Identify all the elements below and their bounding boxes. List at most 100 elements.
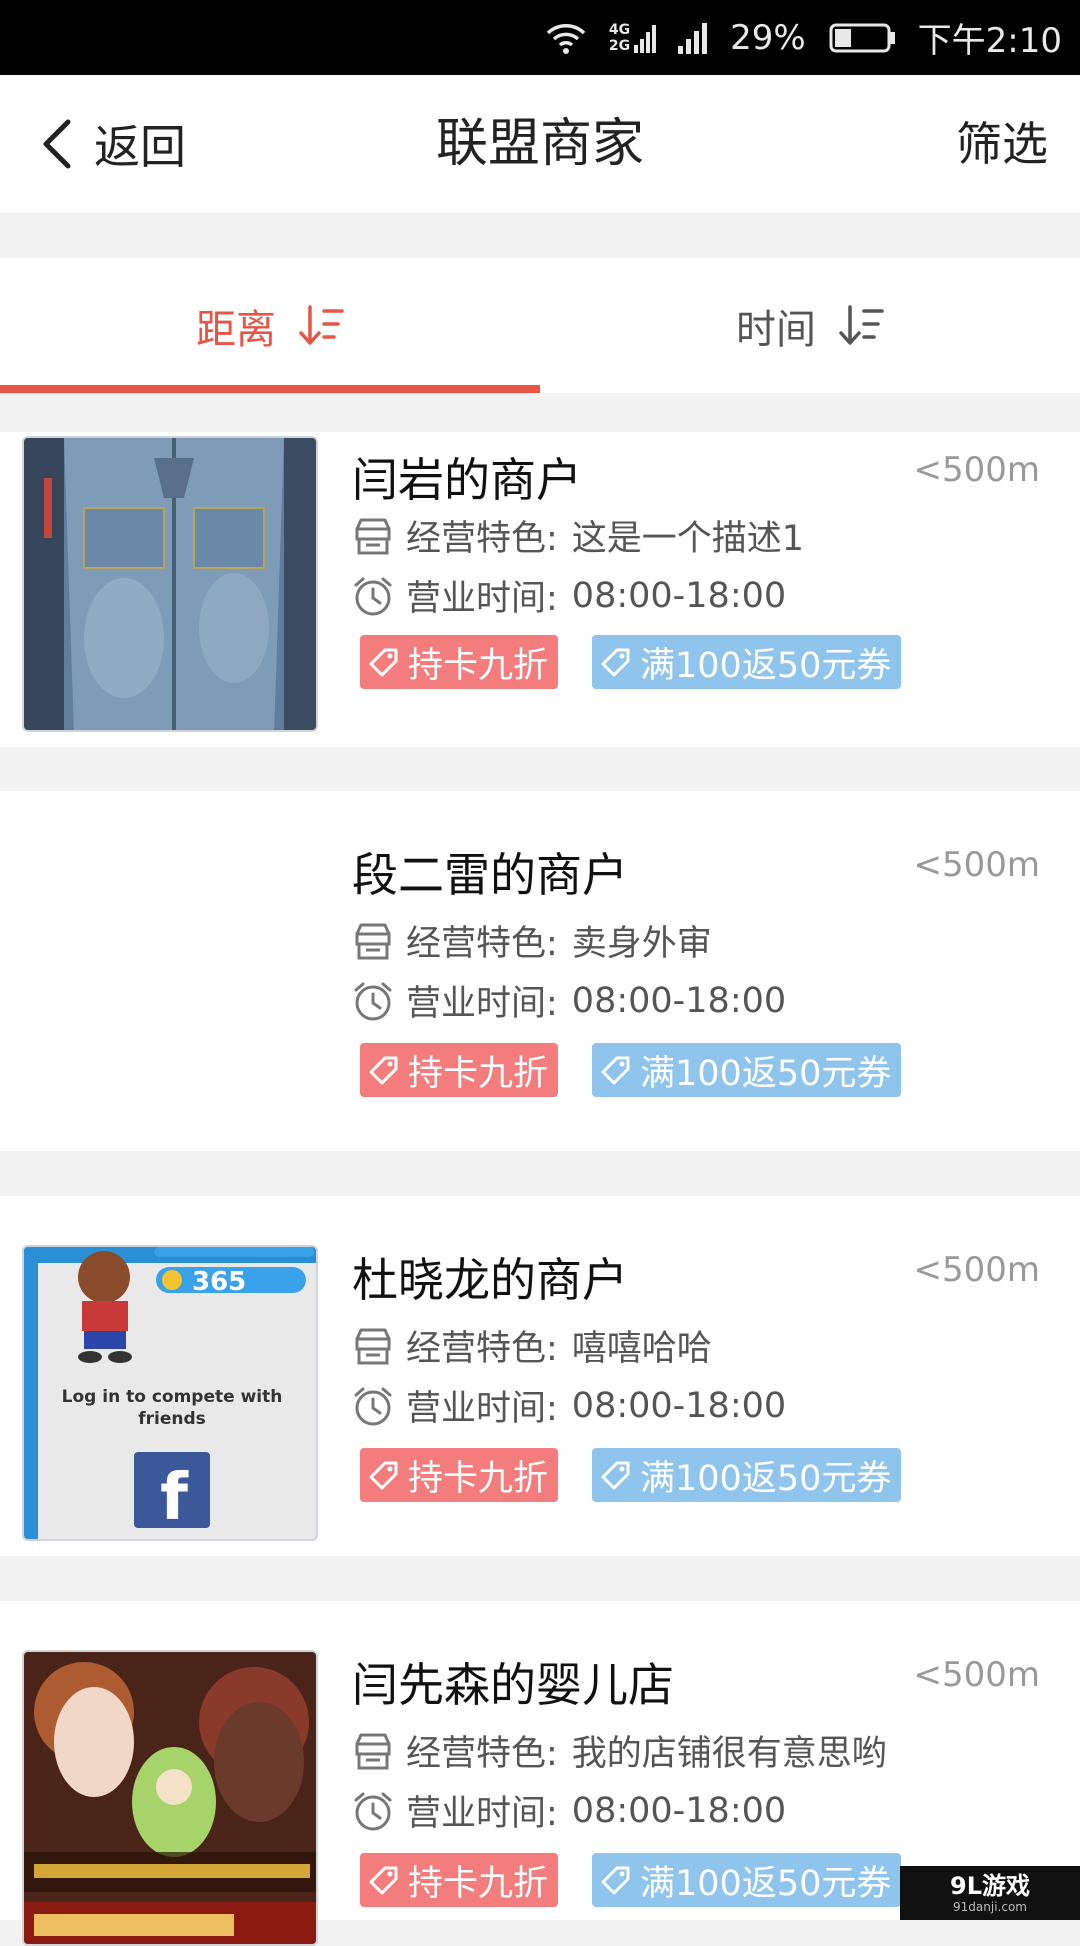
price-tag-icon: [601, 1056, 630, 1085]
sort-descending-icon: [839, 304, 884, 345]
merchant-distance: <500m: [913, 1250, 1040, 1290]
hours-value: 08:00-18:00: [571, 1385, 787, 1426]
facebook-icon: f: [160, 1461, 189, 1535]
shop-icon: [355, 923, 391, 959]
price-tag-icon: [369, 648, 398, 677]
promo-tags: 持卡九折 满100返50元券: [360, 1853, 935, 1907]
sort-descending-icon: [299, 304, 344, 345]
discount-tag: 持卡九折: [360, 1043, 559, 1097]
price-tag-icon: [601, 1461, 630, 1490]
feature-row: 经营特色: 这是一个描述1: [352, 510, 804, 561]
price-tag-icon: [601, 648, 630, 677]
merchant-card[interactable]: 365 Log in to compete with friends f 杜晓龙的…: [0, 1196, 1080, 1556]
merchant-distance: <500m: [913, 845, 1040, 885]
merchant-thumbnail: 365 Log in to compete with friends f: [22, 1245, 318, 1541]
shop-icon: [355, 1328, 391, 1364]
price-tag-icon: [601, 1866, 630, 1895]
alarm-clock-icon: [354, 982, 392, 1020]
tab-sort-distance[interactable]: 距离: [0, 258, 540, 393]
merchant-name: 段二雷的商户: [352, 848, 628, 902]
price-tag-icon: [369, 1461, 398, 1490]
watermark-main: 9L游戏: [950, 1872, 1030, 1900]
alarm-clock-icon: [354, 1792, 392, 1830]
feature-label: 经营特色:: [406, 1329, 558, 1369]
hours-row: 营业时间: 08:00-18:00: [352, 975, 786, 1026]
tab-sort-time-label: 时间: [736, 306, 816, 353]
discount-tag: 持卡九折: [360, 1853, 559, 1907]
discount-tag: 持卡九折: [360, 1448, 559, 1502]
coupon-tag-label: 满100返50元券: [640, 1053, 892, 1094]
filter-button[interactable]: 筛选: [956, 75, 1048, 213]
feature-label: 经营特色:: [406, 519, 558, 559]
status-bar: 4G 2G 29% 下午2:10: [0, 0, 1080, 75]
hours-label: 营业时间:: [406, 579, 558, 619]
merchant-thumbnail: [22, 840, 318, 1136]
merchant-thumbnail: [22, 1650, 318, 1946]
battery-percent: 29%: [730, 17, 806, 58]
discount-tag: 持卡九折: [360, 635, 559, 689]
feature-row: 经营特色: 卖身外审: [352, 915, 712, 966]
hours-row: 营业时间: 08:00-18:00: [352, 1785, 786, 1836]
merchant-name: 杜晓龙的商户: [352, 1253, 628, 1307]
network-4g-label: 4G: [608, 21, 631, 38]
feature-row: 经营特色: 嘻嘻哈哈: [352, 1320, 712, 1371]
hours-label: 营业时间:: [406, 1794, 558, 1834]
alarm-clock-icon: [354, 577, 392, 615]
merchant-name: 闫岩的商户: [352, 453, 582, 507]
price-tag-icon: [369, 1056, 398, 1085]
feature-label: 经营特色:: [406, 924, 558, 964]
chevron-left-icon: [43, 119, 71, 169]
score-value: 365: [192, 1267, 246, 1297]
hours-row: 营业时间: 08:00-18:00: [352, 1380, 786, 1431]
coupon-tag: 满100返50元券: [592, 1043, 902, 1097]
signal-icon: [678, 22, 708, 54]
hours-row: 营业时间: 08:00-18:00: [352, 570, 786, 621]
coupon-tag: 满100返50元券: [592, 1853, 902, 1907]
hours-value: 08:00-18:00: [571, 980, 787, 1021]
watermark-sub: 91danji.com: [953, 1900, 1027, 1914]
merchant-distance: <500m: [913, 1655, 1040, 1695]
tab-sort-distance-label: 距离: [196, 306, 276, 353]
hours-value: 08:00-18:00: [571, 1790, 787, 1831]
coupon-tag: 满100返50元券: [592, 1448, 902, 1502]
alarm-clock-icon: [354, 1387, 392, 1425]
hours-label: 营业时间:: [406, 984, 558, 1024]
feature-value: 我的店铺很有意思哟: [571, 1734, 887, 1774]
sort-tabs: 距离 时间: [0, 258, 1080, 393]
hours-value: 08:00-18:00: [571, 575, 787, 616]
hours-label: 营业时间:: [406, 1389, 558, 1429]
discount-tag-label: 持卡九折: [408, 1458, 549, 1499]
merchant-card[interactable]: 段二雷的商户 <500m 经营特色: 卖身外审 营业时间: 08:00-18:0…: [0, 791, 1080, 1151]
wifi-icon: [545, 21, 587, 55]
clock: 下午2:10: [917, 21, 1062, 61]
watermark-logo: 9L游戏 91danji.com: [900, 1866, 1080, 1920]
feature-label: 经营特色:: [406, 1734, 558, 1774]
discount-tag-label: 持卡九折: [408, 1863, 549, 1904]
price-tag-icon: [369, 1866, 398, 1895]
coupon-tag-label: 满100返50元券: [640, 645, 892, 686]
tab-sort-time[interactable]: 时间: [540, 258, 1080, 393]
back-label: 返回: [94, 120, 186, 174]
network-2g-label: 2G: [608, 37, 631, 54]
coupon-tag-label: 满100返50元券: [640, 1863, 892, 1904]
feature-row: 经营特色: 我的店铺很有意思哟: [352, 1725, 887, 1776]
feature-value: 嘻嘻哈哈: [571, 1329, 712, 1369]
merchant-card[interactable]: 闫岩的商户 <500m 经营特色: 这是一个描述1 营业时间: 08:00-18…: [0, 432, 1080, 747]
shop-icon: [355, 1733, 391, 1769]
promo-tags: 持卡九折 满100返50元券: [360, 1043, 935, 1097]
promo-tags: 持卡九折 满100返50元券: [360, 635, 935, 689]
feature-value: 这是一个描述1: [571, 519, 805, 559]
network-type-indicator: 4G 2G: [608, 21, 657, 54]
merchant-name: 闫先森的婴儿店: [352, 1658, 674, 1712]
coupon-tag: 满100返50元券: [592, 635, 902, 689]
feature-value: 卖身外审: [571, 924, 712, 964]
discount-tag-label: 持卡九折: [408, 1053, 549, 1094]
battery-icon: [828, 23, 896, 53]
merchant-thumbnail: [22, 436, 318, 732]
coupon-tag-label: 满100返50元券: [640, 1458, 892, 1499]
discount-tag-label: 持卡九折: [408, 645, 549, 686]
shop-icon: [355, 518, 391, 554]
back-button[interactable]: 返回: [40, 75, 186, 213]
merchant-distance: <500m: [913, 450, 1040, 490]
nav-bar: 返回 联盟商家 筛选: [0, 75, 1080, 213]
